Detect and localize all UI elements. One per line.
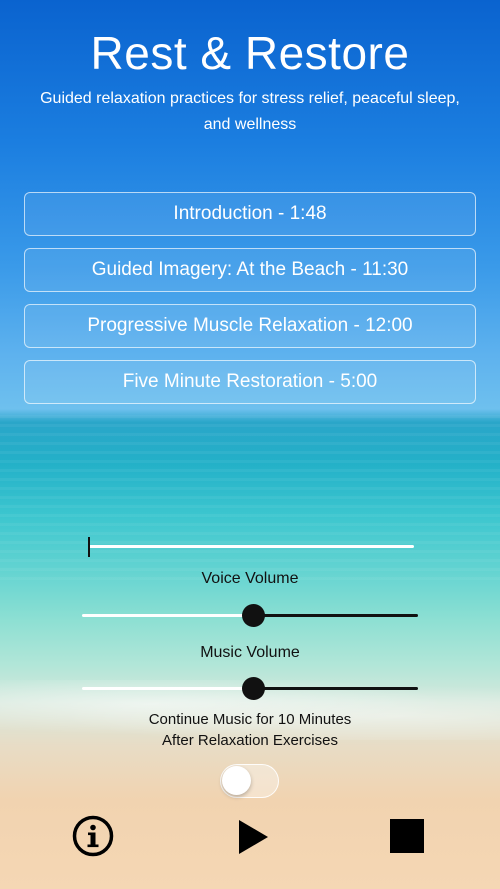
track-button-guided-imagery[interactable]: Guided Imagery: At the Beach - 11:30	[24, 248, 476, 292]
continue-music-label: Continue Music for 10 Minutes After Rela…	[0, 709, 500, 751]
track-button-introduction[interactable]: Introduction - 1:48	[24, 192, 476, 236]
music-volume-remaining	[253, 687, 418, 690]
voice-volume-knob[interactable]	[242, 604, 265, 627]
track-button-progressive-muscle[interactable]: Progressive Muscle Relaxation - 12:00	[24, 304, 476, 348]
track-list: Introduction - 1:48 Guided Imagery: At t…	[24, 192, 476, 416]
play-icon	[239, 820, 268, 854]
progress-cursor[interactable]	[88, 537, 90, 557]
continue-music-line1: Continue Music for 10 Minutes	[148, 711, 352, 728]
track-button-five-minute[interactable]: Five Minute Restoration - 5:00	[24, 360, 476, 404]
music-volume-slider[interactable]	[82, 673, 418, 703]
info-button[interactable]	[72, 815, 114, 857]
progress-track	[88, 545, 414, 548]
playback-progress-bar[interactable]	[88, 532, 414, 562]
info-circle-icon	[72, 815, 114, 857]
music-volume-label: Music Volume	[200, 644, 300, 661]
stop-button[interactable]	[390, 819, 424, 853]
voice-volume-label: Voice Volume	[201, 570, 299, 587]
voice-volume-remaining	[253, 614, 418, 617]
app-title: Rest & Restore	[90, 27, 410, 79]
continue-music-line2: After Relaxation Exercises	[162, 732, 338, 749]
continue-music-toggle[interactable]	[220, 764, 279, 798]
toggle-thumb	[222, 766, 251, 795]
voice-volume-slider[interactable]	[82, 600, 418, 630]
app-subtitle: Guided relaxation practices for stress r…	[40, 90, 460, 133]
music-volume-knob[interactable]	[242, 677, 265, 700]
voice-volume-filled	[82, 614, 253, 617]
play-button[interactable]	[239, 820, 269, 854]
music-volume-filled	[82, 687, 253, 690]
